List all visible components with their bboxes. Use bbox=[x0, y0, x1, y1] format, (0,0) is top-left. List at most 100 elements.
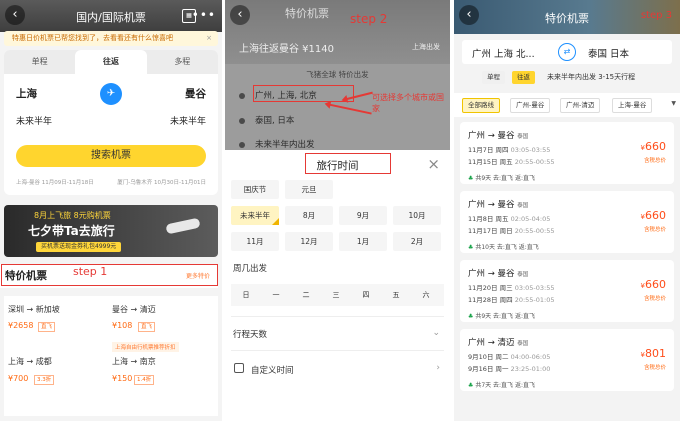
price-label: 含税总价 bbox=[643, 296, 666, 302]
option-time[interactable]: 未来半年内出发 bbox=[239, 138, 315, 150]
promo-banner[interactable]: 8月上飞旅 8元购机票 七夕带Ta去旅行 买机票送现金券礼包4999元 bbox=[4, 205, 218, 257]
close-icon[interactable]: × bbox=[427, 155, 440, 173]
filter-route[interactable]: 上海-曼谷 bbox=[612, 98, 653, 113]
bike-icon: ♣ bbox=[468, 382, 474, 389]
card-footer: 共10天 去:直飞 返:直飞 bbox=[475, 244, 539, 251]
return-date: 11月17日 周日 bbox=[468, 227, 513, 235]
outbound-date: 11月7日 周四 bbox=[468, 146, 509, 154]
weekday-option[interactable]: 五 bbox=[388, 290, 404, 300]
history-right[interactable]: 厦门-乌鲁木齐 10月30日-11月01日 bbox=[117, 178, 206, 186]
weekday-option[interactable]: 四 bbox=[358, 290, 374, 300]
weekday-option[interactable]: 三 bbox=[328, 290, 344, 300]
deal-route[interactable]: 上海 → 南京 bbox=[112, 356, 156, 367]
home-panel: ‹ 国内/国际机票 ▦ ••• 特惠日价机票已帮您找到了，去看看还有什么惊喜吧 … bbox=[0, 0, 222, 421]
banner-line2: 七夕带Ta去旅行 bbox=[28, 224, 115, 238]
chip-oneway[interactable]: 单程 bbox=[482, 71, 505, 84]
card-route: 广州 → 曼谷 bbox=[468, 131, 515, 141]
annotation-box bbox=[1, 264, 218, 286]
filter-route[interactable]: 广州-清迈 bbox=[560, 98, 601, 113]
tab-oneway[interactable]: 单程 bbox=[4, 50, 75, 74]
close-icon[interactable]: × bbox=[206, 31, 212, 46]
calendar-icon bbox=[234, 363, 244, 373]
deal-tag: 直飞 bbox=[138, 322, 156, 332]
deal-price: ¥150 bbox=[112, 374, 133, 383]
month-option[interactable]: 8月 bbox=[285, 206, 333, 225]
bullet-icon bbox=[239, 92, 245, 99]
price-label: 含税总价 bbox=[643, 365, 666, 371]
month-option[interactable]: 10月 bbox=[393, 206, 441, 225]
notice-banner[interactable]: 特惠日价机票已帮您找到了，去看看还有什么惊喜吧 × bbox=[4, 31, 218, 46]
outbound-time: 04:00-06:05 bbox=[510, 353, 551, 361]
search-flights-button[interactable]: 搜索机票 bbox=[16, 145, 206, 167]
chevron-down-icon[interactable]: ▼ bbox=[671, 100, 676, 107]
chip-roundtrip[interactable]: 往返 bbox=[512, 71, 535, 84]
airplane-icon bbox=[165, 217, 201, 235]
banner-line1: 8月上飞旅 8元购机票 bbox=[34, 211, 111, 220]
search-card: 单程 往返 多程 上海 ✈ 曼谷 未来半年 未来半年 搜索机票 上海-曼谷 11… bbox=[4, 50, 218, 195]
trip-window[interactable]: 未来半年内出发 3-15天行程 bbox=[547, 72, 635, 82]
card-footer: 共7天 去:直飞 返:直飞 bbox=[475, 382, 535, 389]
return-time: 20:55-00:55 bbox=[514, 227, 555, 235]
arrow-annotation: 可选择多个城市或国家 bbox=[372, 93, 444, 113]
deal-price: ¥2658 bbox=[8, 321, 34, 330]
return-date: 9月16日 周一 bbox=[468, 365, 509, 373]
swap-icon[interactable]: ✈ bbox=[100, 83, 122, 105]
deal-tag: 1.4折 bbox=[134, 375, 155, 385]
route-selector[interactable]: 广州 上海 北... ⇄ 泰国 日本 bbox=[462, 40, 672, 64]
month-option[interactable]: 国庆节 bbox=[231, 180, 279, 199]
back-icon[interactable]: ‹ bbox=[230, 5, 250, 25]
weekday-option[interactable]: 日 bbox=[238, 290, 254, 300]
price-value: 801 bbox=[645, 347, 666, 360]
overlay-header: 飞猪全球 特价出发 bbox=[306, 70, 369, 79]
trip-days-label[interactable]: 行程天数 bbox=[233, 328, 267, 340]
hero-subtitle: 上海往返曼谷 ¥1140 bbox=[239, 44, 334, 55]
deal-route[interactable]: 曼谷 → 清迈 bbox=[112, 304, 156, 315]
depart-date[interactable]: 未来半年 bbox=[16, 114, 52, 127]
month-option[interactable]: 2月 bbox=[393, 232, 441, 251]
month-option[interactable]: 元旦 bbox=[285, 180, 333, 199]
step-annotation: step 2 bbox=[350, 12, 388, 26]
deal-route[interactable]: 深圳 → 新加坡 bbox=[8, 304, 60, 315]
weekday-option[interactable]: 一 bbox=[268, 290, 284, 300]
tab-roundtrip[interactable]: 往返 bbox=[75, 50, 147, 74]
outbound-time: 03:05-03:55 bbox=[514, 284, 555, 292]
chevron-right-icon[interactable]: › bbox=[436, 363, 440, 373]
card-footer: 共9天 去:直飞 返:直飞 bbox=[475, 313, 535, 320]
card-route: 广州 → 曼谷 bbox=[468, 269, 515, 279]
step-annotation: step 1 bbox=[73, 265, 108, 278]
flight-card[interactable]: 广州 → 曼谷 泰国 11月7日 周四 03:05-03:55 11月15日 周… bbox=[460, 122, 674, 184]
to-countries[interactable]: 泰国 日本 bbox=[588, 46, 629, 60]
bike-icon: ♣ bbox=[468, 175, 474, 182]
custom-time-label[interactable]: 自定义时间 bbox=[251, 364, 294, 376]
more-icon[interactable]: ••• bbox=[192, 8, 216, 22]
price-value: 660 bbox=[645, 278, 666, 291]
weekday-option[interactable]: 二 bbox=[298, 290, 314, 300]
month-option[interactable]: 11月 bbox=[231, 232, 279, 251]
chevron-down-icon[interactable]: ⌄ bbox=[432, 328, 440, 338]
deal-route[interactable]: 上海 → 成都 bbox=[8, 356, 52, 367]
flight-card[interactable]: 广州 → 曼谷 泰国 11月8日 周五 02:05-04:05 11月17日 周… bbox=[460, 191, 674, 253]
filter-all[interactable]: 全部路线 bbox=[462, 98, 500, 113]
to-city[interactable]: 曼谷 bbox=[185, 86, 206, 101]
filter-route[interactable]: 广州-曼谷 bbox=[510, 98, 551, 113]
return-date[interactable]: 未来半年 bbox=[170, 114, 206, 127]
swap-icon[interactable]: ⇄ bbox=[558, 43, 576, 61]
return-time: 23:25-01:00 bbox=[510, 365, 551, 373]
flight-card[interactable]: 广州 → 曼谷 泰国 11月20日 周三 03:05-03:55 11月28日 … bbox=[460, 260, 674, 322]
city-row: 上海 ✈ 曼谷 bbox=[16, 83, 206, 108]
month-option-selected[interactable]: 未来半年 bbox=[231, 206, 279, 225]
option-countries[interactable]: 泰国, 日本 bbox=[239, 114, 294, 126]
from-cities[interactable]: 广州 上海 北... bbox=[472, 46, 535, 60]
weekday-option[interactable]: 六 bbox=[418, 290, 434, 300]
month-option[interactable]: 12月 bbox=[285, 232, 333, 251]
month-option[interactable]: 1月 bbox=[339, 232, 387, 251]
from-city[interactable]: 上海 bbox=[16, 86, 37, 101]
card-country: 泰国 bbox=[517, 341, 529, 347]
tab-multicity[interactable]: 多程 bbox=[147, 50, 218, 74]
history-left[interactable]: 上海-曼谷 11月09日-11月18日 bbox=[16, 178, 94, 186]
month-option[interactable]: 9月 bbox=[339, 206, 387, 225]
price-label: 含税总价 bbox=[643, 158, 666, 164]
hero-header: ‹ 特价机票 step 2 上海往返曼谷 ¥1140 上海出发 bbox=[225, 0, 450, 64]
flight-card[interactable]: 广州 → 清迈 泰国 9月10日 周二 04:00-06:05 9月16日 周一… bbox=[460, 329, 674, 391]
option-label: 泰国, 日本 bbox=[255, 116, 295, 126]
